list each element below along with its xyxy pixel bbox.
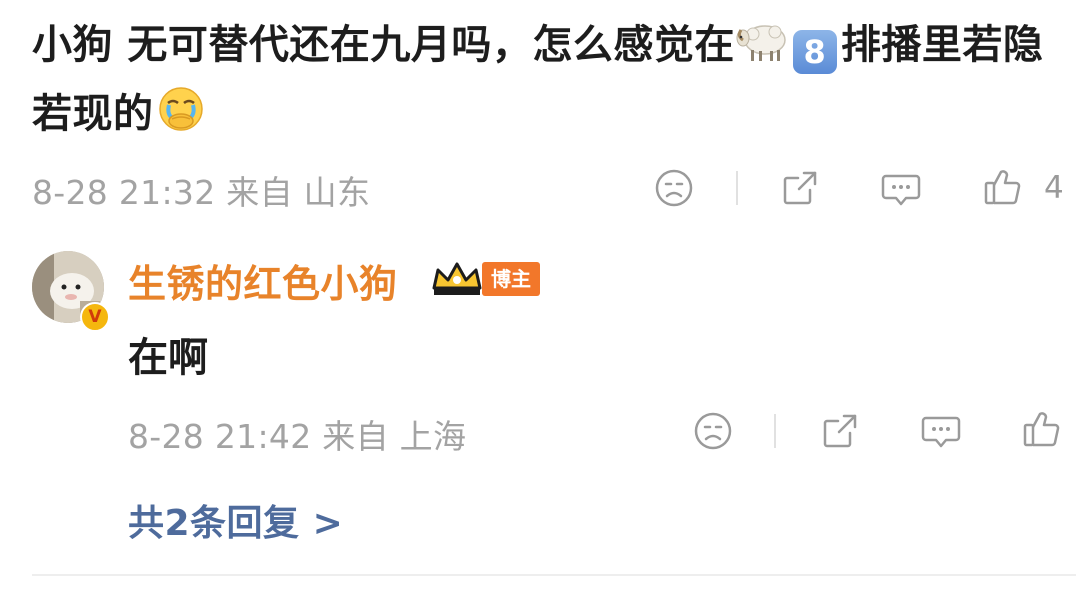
thumbs-up-icon[interactable] xyxy=(982,166,1024,208)
comment-text: 小狗 无可替代还在九月吗，怎么感觉在 8 排播里若隐若现的 xyxy=(32,14,1067,152)
sad-face-icon[interactable] xyxy=(693,411,733,451)
divider xyxy=(32,574,1076,576)
reply-username[interactable]: 生锈的红色小狗 xyxy=(128,253,398,308)
share-icon[interactable] xyxy=(820,411,860,451)
like-count: 4 xyxy=(1044,170,1064,206)
reply-source: 来自 上海 xyxy=(322,417,467,456)
comment-icon[interactable] xyxy=(880,168,922,210)
comment-text-part1: 小狗 无可替代还在九月吗，怎么感觉在 xyxy=(32,22,735,68)
reply-text: 在啊 xyxy=(128,335,208,381)
crown-icon xyxy=(430,258,484,302)
action-separator xyxy=(774,414,776,448)
sheep-emoji-icon xyxy=(735,18,789,83)
sad-face-icon[interactable] xyxy=(654,168,694,208)
verified-badge-icon: V xyxy=(80,302,110,332)
blogger-badge: 博主 xyxy=(482,262,540,296)
action-separator xyxy=(736,171,738,205)
comment-timestamp: 8-28 21:32 xyxy=(32,173,216,212)
comment-icon[interactable] xyxy=(920,410,962,452)
reply-meta: 8-28 21:42 来自 上海 xyxy=(128,410,466,458)
keycap-8-icon: 8 xyxy=(792,30,837,74)
share-icon[interactable] xyxy=(780,168,820,208)
comment-source: 来自 山东 xyxy=(226,173,371,212)
crying-face-emoji-icon xyxy=(154,83,208,152)
reply-timestamp: 8-28 21:42 xyxy=(128,417,312,456)
more-replies-link[interactable]: 共2条回复 > xyxy=(128,494,343,546)
comment-page: 小狗 无可替代还在九月吗，怎么感觉在 8 排播里若隐若现的 8-28 21:32… xyxy=(0,0,1076,605)
thumbs-up-icon[interactable] xyxy=(1021,408,1063,450)
comment-meta: 8-28 21:32 来自 山东 xyxy=(32,166,370,214)
